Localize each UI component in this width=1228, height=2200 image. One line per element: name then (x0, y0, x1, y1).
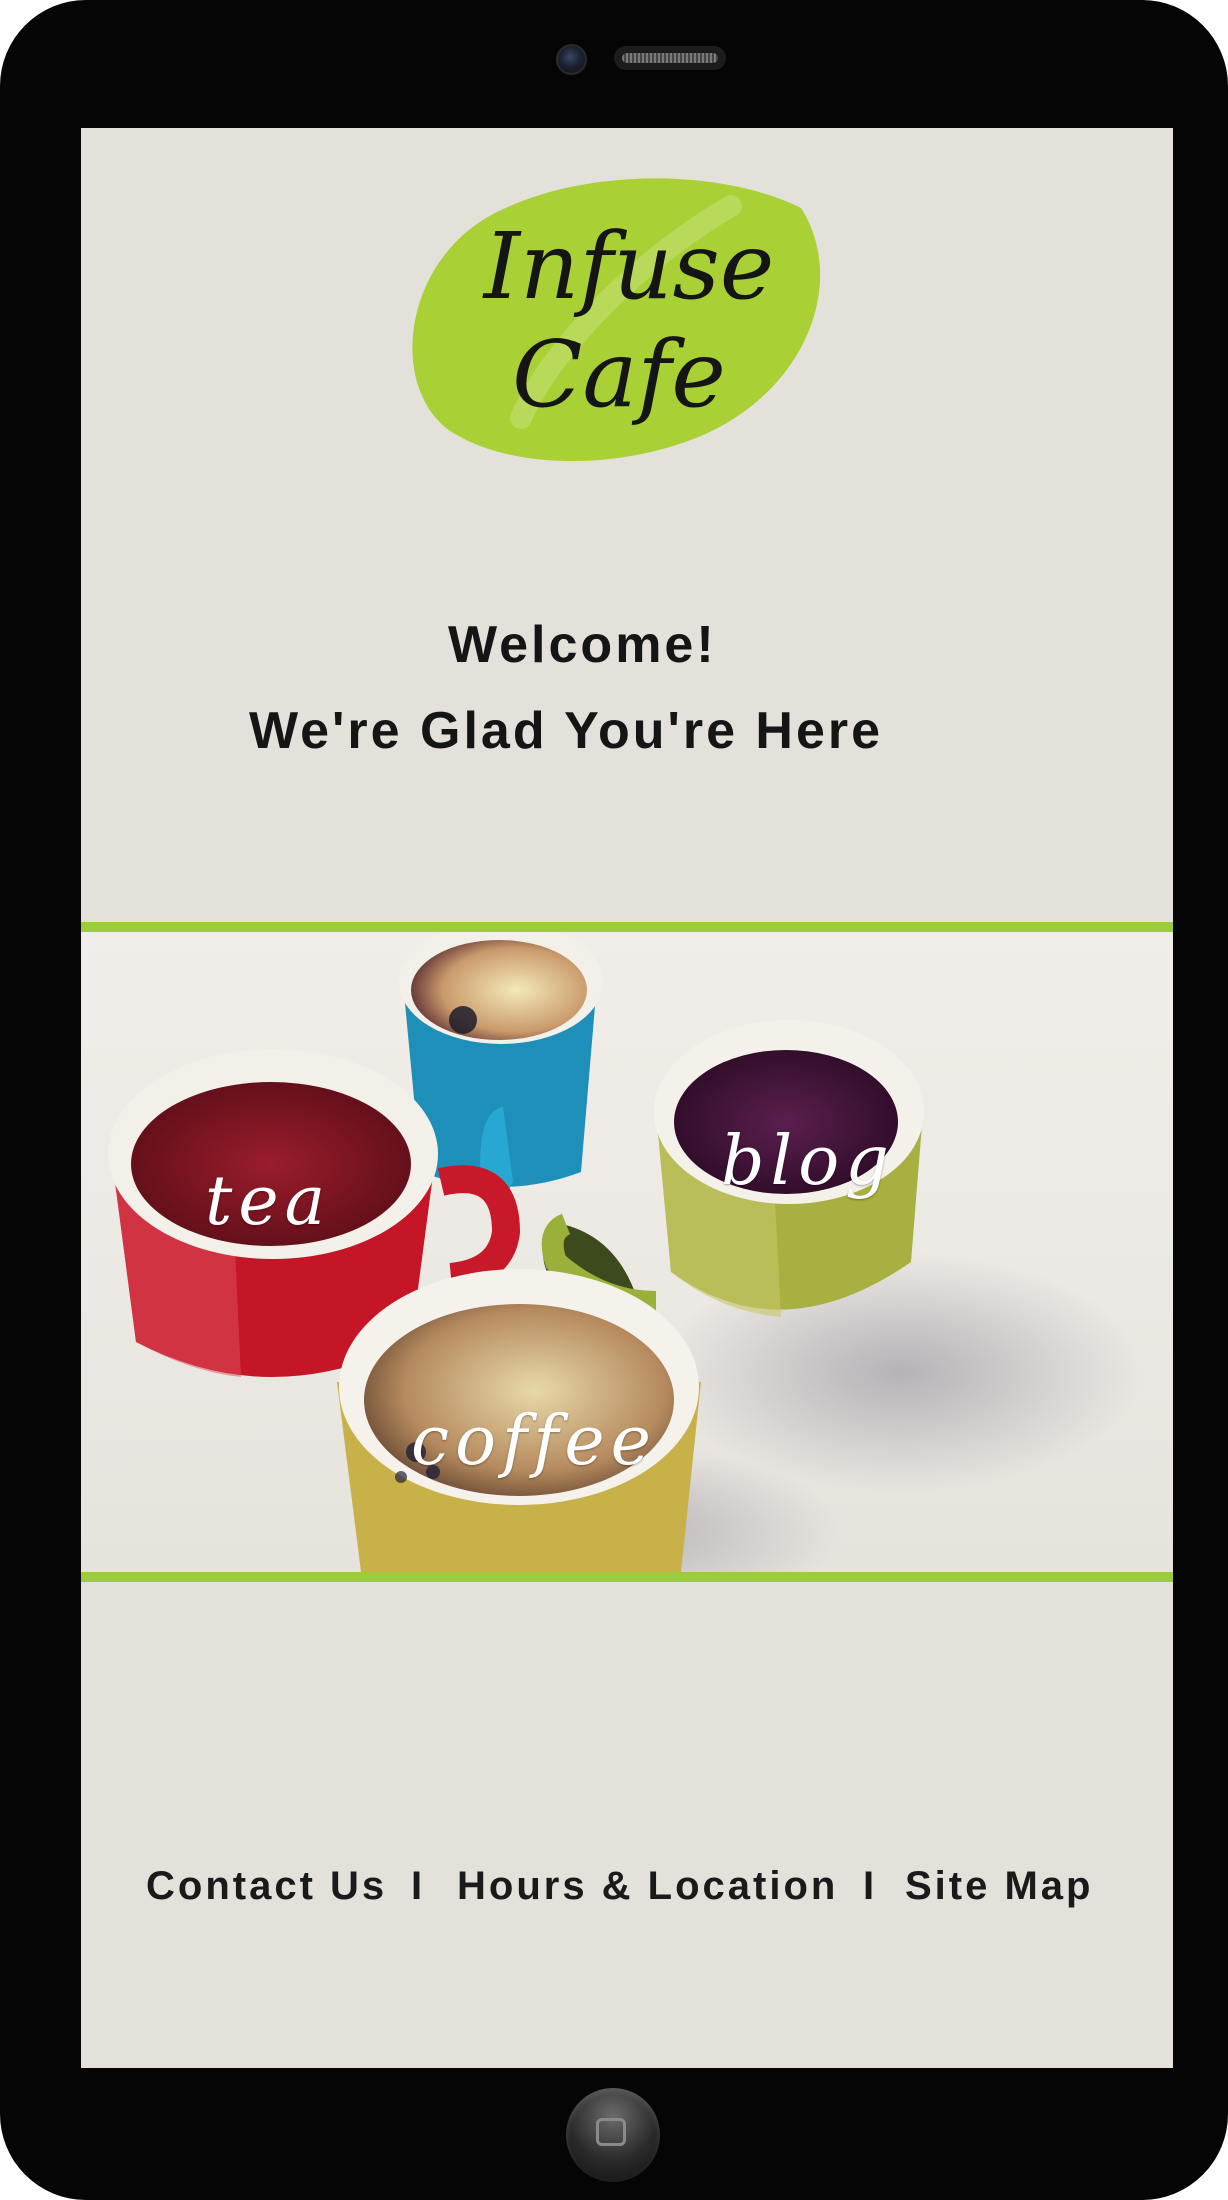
hours-location-link[interactable]: Hours & Location (457, 1864, 838, 1909)
contact-us-link[interactable]: Contact Us (146, 1864, 387, 1909)
logo-line1: Infuse (482, 213, 775, 320)
welcome-heading: Welcome! We're Glad You're Here (81, 602, 1173, 774)
divider-bottom (81, 1572, 1173, 1582)
hero-cups-image: tea blog coffee (81, 932, 1173, 1572)
speaker-icon (614, 46, 726, 70)
nav-separator: I (863, 1864, 878, 1908)
welcome-line2: We're Glad You're Here (249, 702, 884, 760)
phone-frame: Infuse Cafe Welcome! We're Glad You're H… (0, 0, 1228, 2200)
divider-top (81, 922, 1173, 932)
infuse-cafe-logo[interactable]: Infuse Cafe (391, 148, 891, 468)
coffee-link[interactable]: coffee (411, 1402, 657, 1481)
blog-link[interactable]: blog (721, 1122, 895, 1201)
site-map-link[interactable]: Site Map (905, 1864, 1093, 1909)
logo-line2: Cafe (512, 321, 726, 428)
app-screen: Infuse Cafe Welcome! We're Glad You're H… (81, 128, 1173, 2068)
camera-icon (556, 44, 587, 75)
welcome-line1: Welcome! (448, 616, 717, 674)
nav-separator: I (411, 1864, 426, 1908)
tea-link[interactable]: tea (205, 1162, 331, 1241)
home-button-icon[interactable] (566, 2088, 660, 2182)
home-square-icon (596, 2118, 626, 2146)
